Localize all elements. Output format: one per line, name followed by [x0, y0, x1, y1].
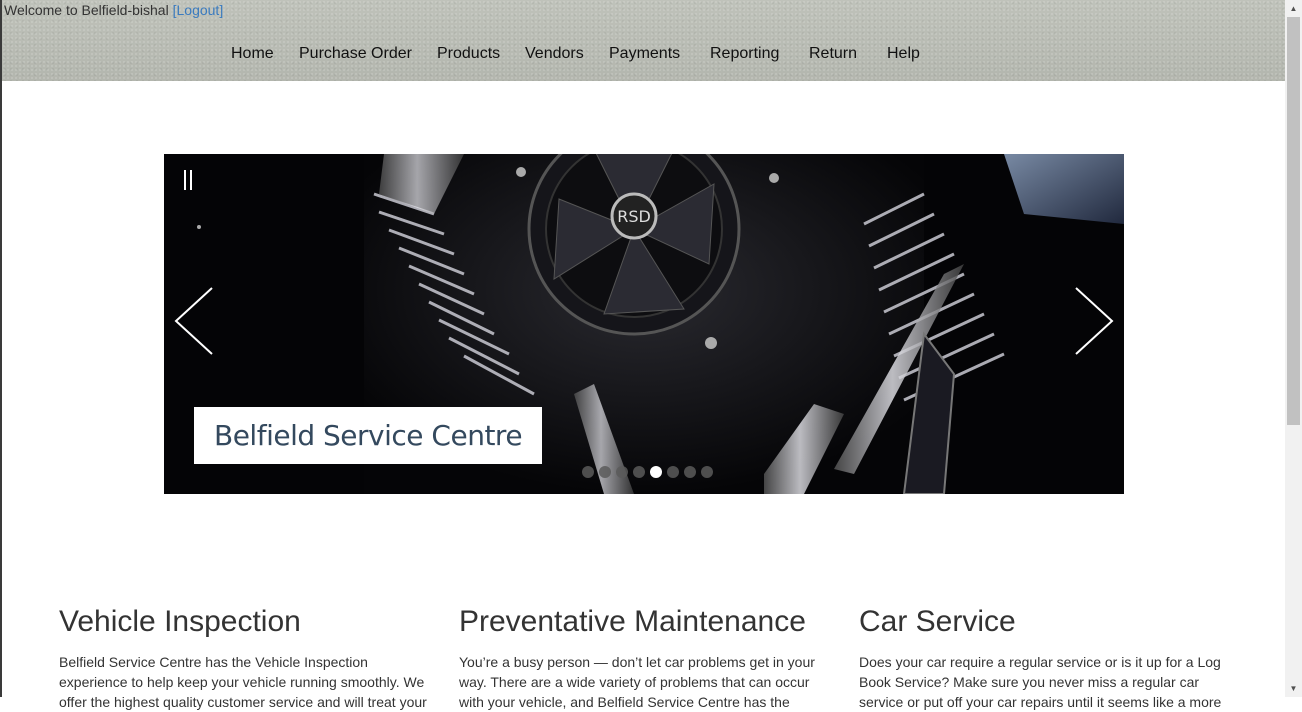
slider-next-arrow-icon[interactable] [1068, 286, 1118, 356]
slider-dot[interactable] [582, 466, 594, 478]
nav-home[interactable]: Home [231, 45, 274, 63]
vertical-scrollbar[interactable]: ▲ ▼ [1285, 0, 1302, 697]
slider-dot-active[interactable] [650, 466, 662, 478]
image-slider: RSD Belfield Service Centre [164, 154, 1124, 494]
welcome-bar: Welcome to Belfield-bishal [Logout] [4, 2, 223, 18]
nav-purchase-order[interactable]: Purchase Order [299, 45, 412, 63]
section-body: You’re a busy person — don’t let car pro… [459, 654, 815, 710]
section-body: Does your car require a regular service … [859, 654, 1222, 710]
section-preventative-maintenance: Preventative Maintenance You’re a busy p… [459, 604, 831, 712]
section-vehicle-inspection: Vehicle Inspection Belfield Service Cent… [59, 604, 431, 712]
pause-icon[interactable] [182, 170, 196, 190]
slider-prev-arrow-icon[interactable] [170, 286, 220, 356]
slider-dot[interactable] [701, 466, 713, 478]
section-body: Belfield Service Centre has the Vehicle … [59, 654, 427, 710]
section-car-service: Car Service Does your car require a regu… [859, 604, 1231, 712]
nav-help[interactable]: Help [887, 45, 920, 63]
nav-products[interactable]: Products [437, 45, 500, 63]
slider-dot[interactable] [633, 466, 645, 478]
section-title: Vehicle Inspection [59, 605, 301, 638]
slider-dot[interactable] [684, 466, 696, 478]
slider-dot[interactable] [616, 466, 628, 478]
svg-text:RSD: RSD [617, 207, 651, 226]
welcome-text: Welcome to Belfield-bishal [4, 2, 169, 18]
section-title: Car Service [859, 605, 1016, 638]
slider-dot[interactable] [599, 466, 611, 478]
site-header: Welcome to Belfield-bishal [Logout] Home… [2, 0, 1285, 81]
scroll-down-arrow-icon[interactable]: ▼ [1285, 680, 1302, 697]
nav-payments[interactable]: Payments [609, 45, 680, 63]
scroll-thumb[interactable] [1287, 17, 1300, 425]
nav-return[interactable]: Return [809, 45, 857, 63]
logout-link[interactable]: [Logout] [173, 2, 224, 18]
slider-dot[interactable] [667, 466, 679, 478]
section-title: Preventative Maintenance [459, 605, 806, 638]
slide-caption: Belfield Service Centre [194, 407, 543, 464]
page-left-border [0, 0, 2, 697]
nav-reporting[interactable]: Reporting [710, 45, 779, 63]
scroll-up-arrow-icon[interactable]: ▲ [1285, 0, 1302, 17]
nav-vendors[interactable]: Vendors [525, 45, 584, 63]
